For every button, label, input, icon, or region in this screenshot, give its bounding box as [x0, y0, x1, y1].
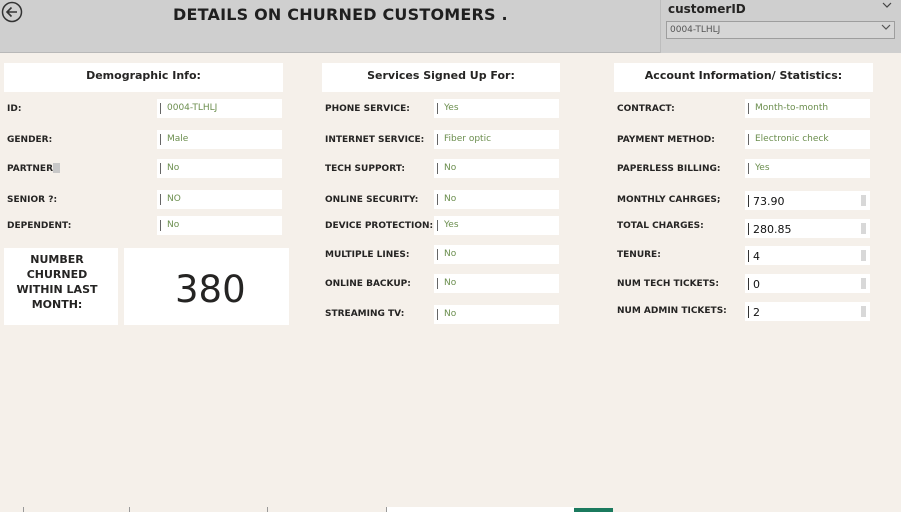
contract-label: CONTRACT: — [617, 104, 675, 114]
tech-support-value: No — [434, 159, 559, 178]
dependent-value: No — [157, 216, 282, 235]
services-header: Services Signed Up For: — [322, 63, 560, 92]
online-backup-label: ONLINE BACKUP: — [325, 279, 411, 289]
streaming-tv-label: STREAMING TV: — [325, 309, 405, 319]
id-value: 0004-TLHLJ — [157, 99, 282, 118]
page-tab-1[interactable] — [23, 507, 129, 512]
num-tech-tickets-value: 0 — [745, 274, 870, 293]
num-admin-tickets-label: NUM ADMIN TICKETS: — [617, 306, 727, 316]
monthly-charges-label: MONTHLY CAHRGES; — [617, 195, 721, 205]
online-backup-value: No — [434, 274, 559, 293]
total-charges-label: TOTAL CHARGES: — [617, 221, 704, 231]
churn-card-label-box: NUMBER CHURNED WITHIN LAST MONTH: — [4, 248, 118, 325]
page-tab-4-active[interactable] — [386, 507, 574, 512]
tenure-value: 4 — [745, 246, 870, 265]
num-tech-tickets-label: NUM TECH TICKETS: — [617, 279, 719, 289]
churn-card-label: NUMBER CHURNED WITHIN LAST MONTH: — [16, 253, 98, 311]
back-arrow-icon[interactable] — [0, 0, 24, 24]
contract-value: Month-to-month — [745, 99, 870, 118]
senior-label: SENIOR ?: — [7, 195, 58, 205]
paperless-billing-label: PAPERLESS BILLING: — [617, 164, 721, 174]
id-label: ID: — [7, 104, 22, 114]
payment-method-label: PAYMENT METHOD: — [617, 135, 715, 145]
online-security-value: No — [434, 190, 559, 209]
churn-count: 380 — [175, 268, 246, 311]
monthly-charges-value: 73.90 — [745, 191, 870, 210]
multiple-lines-value: No — [434, 245, 559, 264]
senior-value: NO — [157, 190, 282, 209]
page-title: DETAILS ON CHURNED CUSTOMERS . — [173, 5, 508, 24]
total-charges-value: 280.85 — [745, 219, 870, 238]
page-tab-indicator[interactable] — [574, 508, 613, 512]
slicer-selected-value: 0004-TLHLJ — [670, 25, 721, 35]
phone-service-value: Yes — [434, 99, 559, 118]
slicer-title: customerID — [668, 2, 746, 16]
internet-service-label: INTERNET SERVICE: — [325, 135, 425, 145]
dependent-label: DEPENDENT: — [7, 221, 72, 231]
partner-label: PARTNER — [7, 164, 54, 174]
device-protection-label: DEVICE PROTECTION: — [325, 221, 434, 231]
streaming-tv-value: No — [434, 305, 559, 324]
gender-label: GENDER: — [7, 135, 53, 145]
num-admin-tickets-value: 2 — [745, 302, 870, 321]
partner-value: No — [157, 159, 282, 178]
multiple-lines-label: MULTIPLE LINES: — [325, 250, 410, 260]
online-security-label: ONLINE SECURITY: — [325, 195, 419, 205]
churn-card-value-box: 380 — [124, 248, 289, 325]
dropdown-chevron-icon[interactable] — [880, 22, 892, 35]
account-header: Account Information/ Statistics: — [614, 63, 873, 92]
paperless-billing-value: Yes — [745, 159, 870, 178]
internet-service-value: Fiber optic — [434, 130, 559, 149]
tenure-label: TENURE: — [617, 250, 661, 260]
chevron-down-icon[interactable] — [881, 0, 893, 13]
phone-service-label: PHONE SERVICE: — [325, 104, 410, 114]
partner-marker — [53, 163, 60, 173]
demographic-header: Demographic Info: — [4, 63, 283, 92]
payment-method-value: Electronic check — [745, 130, 870, 149]
gender-value: Male — [157, 130, 282, 149]
tech-support-label: TECH SUPPORT: — [325, 164, 405, 174]
page-tab-2[interactable] — [129, 507, 267, 512]
device-protection-value: Yes — [434, 216, 559, 235]
page-tab-3[interactable] — [267, 507, 386, 512]
